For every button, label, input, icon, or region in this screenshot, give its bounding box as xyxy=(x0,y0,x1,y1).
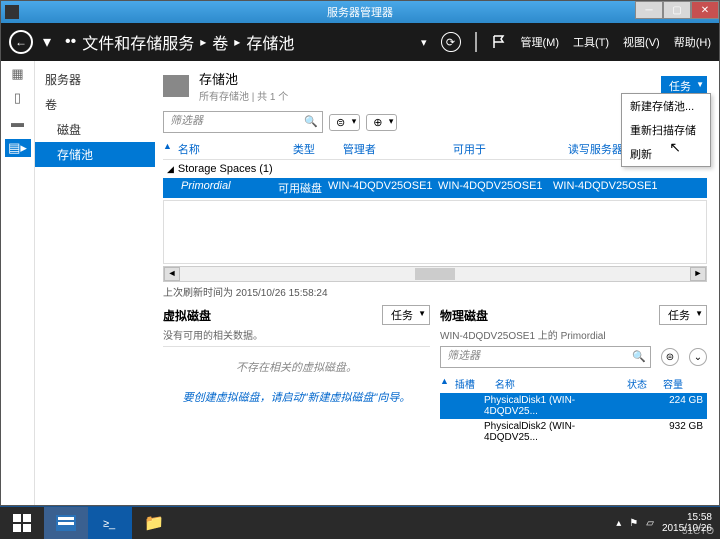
pool-row[interactable]: Primordial 可用磁盘 WIN-4DQDV25OSE1 WIN-4DQD… xyxy=(163,178,707,198)
notifications-icon[interactable] xyxy=(491,34,507,50)
refresh-status: 上次刷新时间为 2015/10/26 15:58:24 xyxy=(163,282,707,305)
rail-pools-icon[interactable]: ▤▸ xyxy=(5,139,31,157)
icon-rail: ▦ ▯ ▬ ▤▸ xyxy=(1,61,35,505)
physical-expand-button[interactable]: ⌄ xyxy=(689,348,707,366)
rail-volumes-icon[interactable]: ▯ xyxy=(9,91,27,105)
scroll-left-button[interactable]: ◄ xyxy=(164,267,180,281)
physical-view-options[interactable]: ⊜ xyxy=(661,348,679,366)
tray-network-icon[interactable]: ▱ xyxy=(646,518,654,529)
window-title: 服务器管理器 xyxy=(327,4,393,20)
sidebar-item-pools[interactable]: 存储池 xyxy=(35,142,155,167)
refresh-icon[interactable]: ⟳ xyxy=(441,32,461,52)
pcol-capacity[interactable]: 容量 xyxy=(663,376,707,391)
search-icon[interactable]: 🔍 xyxy=(304,115,318,128)
physical-tasks-button[interactable]: 任务 xyxy=(659,305,707,325)
ctx-rescan[interactable]: 重新扫描存储 xyxy=(622,118,710,142)
cell-rw: WIN-4DQDV25OSE1 xyxy=(553,180,668,196)
virtual-disks-panel: 虚拟磁盘 任务 没有可用的相关数据。 不存在相关的虚拟磁盘。 要创建虚拟磁盘，请… xyxy=(163,305,430,505)
pool-title: 存储池 xyxy=(199,69,288,88)
navbar: ← ▾ •• 文件和存储服务 ▸ 卷 ▸ 存储池 ▾ ⟳ 管理(M) 工具(T)… xyxy=(1,23,719,61)
search-icon[interactable]: 🔍 xyxy=(632,350,646,363)
col-usable[interactable]: 可用于 xyxy=(453,141,568,157)
back-button[interactable]: ← xyxy=(9,30,33,54)
watermark: 51CTO xyxy=(682,526,714,537)
horizontal-scrollbar[interactable]: ◄ ► xyxy=(163,266,707,282)
physical-title: 物理磁盘 xyxy=(440,307,488,324)
sort-icon[interactable]: ▲ xyxy=(163,141,172,157)
ctx-refresh[interactable]: 刷新 xyxy=(622,142,710,166)
virtual-title: 虚拟磁盘 xyxy=(163,307,211,324)
ctx-new-pool[interactable]: 新建存储池... xyxy=(622,94,710,118)
breadcrumb-item[interactable]: 卷 xyxy=(212,30,228,54)
close-button[interactable]: ✕ xyxy=(691,1,719,19)
view-options-2[interactable]: ⊕ xyxy=(366,114,397,131)
tray-flag-icon[interactable]: ⚑ xyxy=(629,518,638,529)
col-name[interactable]: 名称 xyxy=(178,141,293,157)
physical-subtitle: WIN-4DQDV25OSE1 上的 Primordial xyxy=(440,327,707,342)
pool-subtitle: 所有存储池 | 共 1 个 xyxy=(199,88,288,103)
col-type[interactable]: 类型 xyxy=(293,141,343,157)
sidebar-item-volumes[interactable]: 卷 xyxy=(35,92,155,117)
separator xyxy=(475,32,477,52)
sidebar: 服务器 卷 磁盘 存储池 xyxy=(35,61,155,505)
scroll-right-button[interactable]: ► xyxy=(690,267,706,281)
sidebar-item-servers[interactable]: 服务器 xyxy=(35,67,155,92)
physical-row[interactable]: PhysicalDisk1 (WIN-4DQDV25... 224 GB xyxy=(440,393,707,419)
rail-disks-icon[interactable]: ▬ xyxy=(9,115,27,129)
minimize-button[interactable]: ─ xyxy=(635,1,663,19)
svg-text:≥_: ≥_ xyxy=(103,518,116,530)
maximize-button[interactable]: ▢ xyxy=(663,1,691,19)
collapse-icon[interactable]: ◢ xyxy=(167,164,174,175)
menu-help[interactable]: 帮助(H) xyxy=(674,34,711,50)
taskbar-powershell[interactable]: ≥_ xyxy=(88,507,132,539)
start-button[interactable] xyxy=(0,507,44,539)
virtual-empty-text: 不存在相关的虚拟磁盘。 xyxy=(163,359,430,375)
pcol-slot[interactable]: 插槽 xyxy=(455,376,495,391)
scroll-thumb[interactable] xyxy=(415,268,455,280)
cell-type: 可用磁盘 xyxy=(278,180,328,196)
physical-grid-header: ▲ 插槽 名称 状态 容量 xyxy=(440,374,707,393)
rail-servers-icon[interactable]: ▦ xyxy=(9,67,27,81)
physical-row[interactable]: PhysicalDisk2 (WIN-4DQDV25... 932 GB xyxy=(440,419,707,445)
menu-tools[interactable]: 工具(T) xyxy=(573,34,609,50)
tray-up-icon[interactable]: ▴ xyxy=(616,518,621,529)
nav-dropdown[interactable]: ▾ xyxy=(421,36,427,49)
breadcrumb: •• 文件和存储服务 ▸ 卷 ▸ 存储池 xyxy=(65,30,294,54)
pcol-name[interactable]: 名称 xyxy=(495,376,627,391)
cell-usable: WIN-4DQDV25OSE1 xyxy=(438,180,553,196)
taskbar: ≥_ 📁 ▴ ⚑ ▱ 15:58 2015/10/26 51CTO xyxy=(0,507,720,539)
taskbar-explorer[interactable]: 📁 xyxy=(132,507,176,539)
app-icon xyxy=(5,5,19,19)
breadcrumb-item[interactable]: 文件和存储服务 xyxy=(82,30,194,54)
menu-manage[interactable]: 管理(M) xyxy=(521,34,560,50)
forward-dropdown[interactable]: ▾ xyxy=(43,32,51,52)
pcol-status[interactable]: 状态 xyxy=(627,376,663,391)
breadcrumb-item[interactable]: 存储池 xyxy=(246,30,294,54)
virtual-subtitle: 没有可用的相关数据。 xyxy=(163,327,430,342)
tasks-context-menu: 新建存储池... 重新扫描存储 刷新 xyxy=(621,93,711,167)
virtual-tasks-button[interactable]: 任务 xyxy=(382,305,430,325)
menu-view[interactable]: 视图(V) xyxy=(623,34,660,50)
col-manager[interactable]: 管理者 xyxy=(343,141,453,157)
pool-icon xyxy=(163,75,189,97)
taskbar-server-manager[interactable] xyxy=(44,507,88,539)
filter-input[interactable]: 筛选器 🔍 xyxy=(163,111,323,133)
cell-name: Primordial xyxy=(163,180,278,196)
physical-filter-input[interactable]: 筛选器 🔍 xyxy=(440,346,651,368)
sort-icon[interactable]: ▲ xyxy=(440,376,449,391)
grid-body xyxy=(163,200,707,264)
sidebar-item-disks[interactable]: 磁盘 xyxy=(35,117,155,142)
view-options-1[interactable]: ⊜ xyxy=(329,114,360,131)
new-virtual-disk-link[interactable]: 要创建虚拟磁盘，请启动"新建虚拟磁盘"向导。 xyxy=(163,389,430,405)
cell-manager: WIN-4DQDV25OSE1 xyxy=(328,180,438,196)
physical-disks-panel: 物理磁盘 任务 WIN-4DQDV25OSE1 上的 Primordial 筛选… xyxy=(440,305,707,505)
titlebar: 服务器管理器 ─ ▢ ✕ xyxy=(1,1,719,23)
